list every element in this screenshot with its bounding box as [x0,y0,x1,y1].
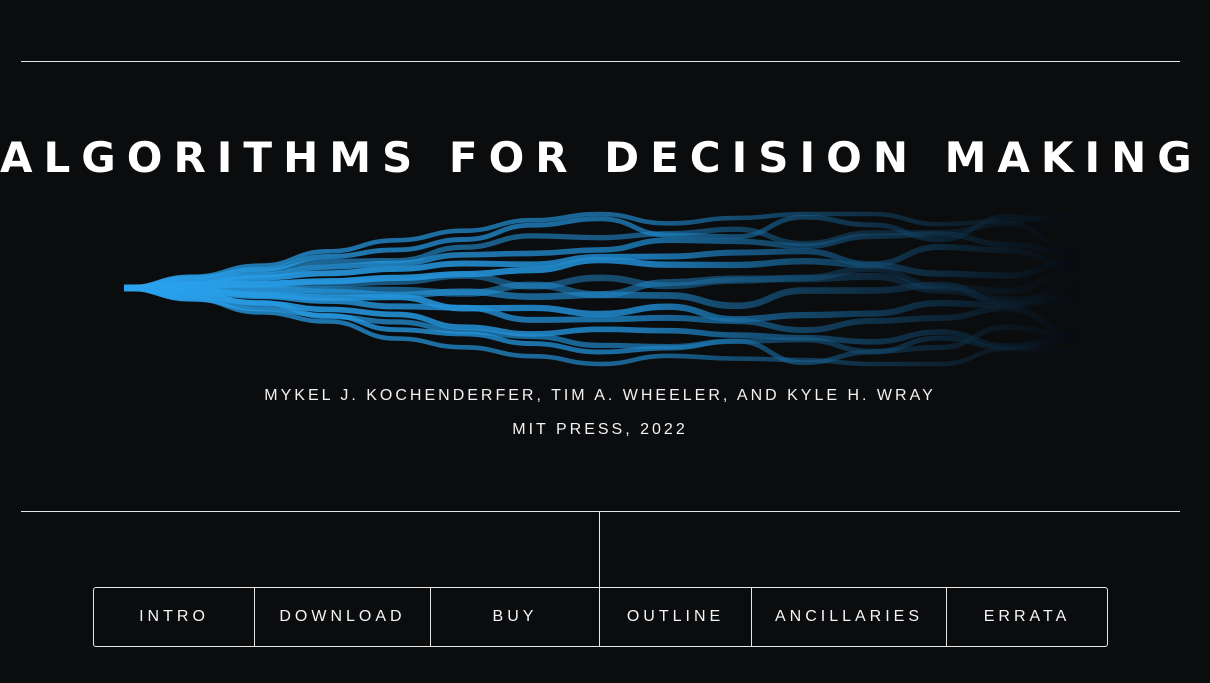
authors-line: MYKEL J. KOCHENDERFER, TIM A. WHEELER, A… [264,387,936,404]
page: ALGORITHMS FOR DECISION MAKING MYKEL J. … [0,0,1210,683]
middle-divider [21,511,1180,512]
nav-ancillaries-link[interactable]: ANCILLARIES [752,588,947,646]
page-title: ALGORITHMS FOR DECISION MAKING [0,133,1203,182]
nav-buy-link[interactable]: BUY [431,588,600,646]
nav-errata-link[interactable]: ERRATA [947,588,1107,646]
art-stream [124,285,1076,366]
nav-intro-link[interactable]: INTRO [94,588,255,646]
cover-art-image [124,208,1076,370]
main-nav: INTRO DOWNLOAD BUY OUTLINE ANCILLARIES E… [93,587,1108,647]
nav-download-link[interactable]: DOWNLOAD [255,588,431,646]
publisher-line: MIT PRESS, 2022 [512,421,688,438]
nav-outline-link[interactable]: OUTLINE [600,588,752,646]
top-divider [21,61,1180,62]
center-vertical-divider [599,511,600,587]
